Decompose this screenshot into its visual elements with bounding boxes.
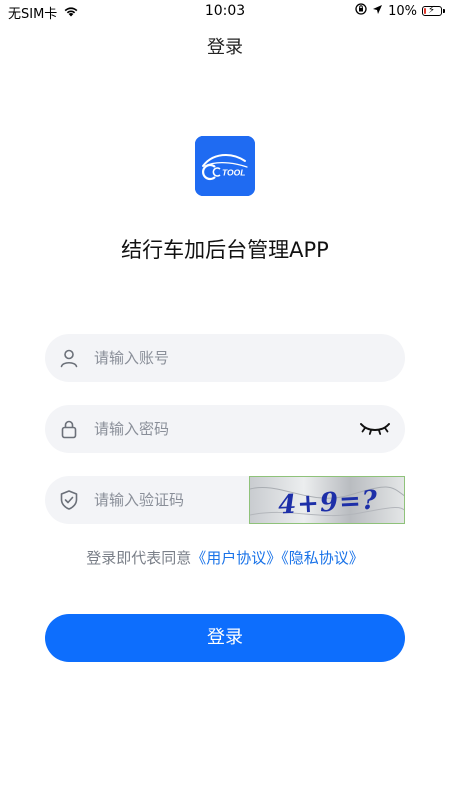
captcha-text: 4+9=? (277, 485, 378, 520)
account-field[interactable] (45, 334, 405, 382)
eye-closed-icon[interactable] (359, 419, 391, 439)
car-logo-icon: TOOL (195, 136, 255, 196)
battery-level (424, 8, 426, 14)
location-icon (372, 4, 383, 19)
logo-text: TOOL (222, 168, 245, 178)
status-bar: 无SIM卡 10:03 10% ⚡ (0, 0, 450, 22)
user-icon (58, 347, 80, 369)
page-title: 登录 (207, 37, 243, 58)
status-right: 10% ⚡ (355, 3, 445, 19)
privacy-agreement-link[interactable]: 《隐私协议》 (281, 549, 364, 567)
captcha-field[interactable]: 4+9=? (45, 476, 405, 524)
agreement-text: 登录即代表同意《用户协议》《隐私协议》 (0, 547, 450, 568)
login-button[interactable]: 登录 (45, 614, 405, 662)
battery-icon: ⚡ (422, 5, 445, 16)
captcha-image[interactable]: 4+9=? (249, 476, 405, 524)
battery-percent: 10% (388, 3, 417, 19)
orientation-lock-icon (355, 3, 367, 19)
login-screen: 无SIM卡 10:03 10% ⚡ 登录 TOOL 结行车加后台管理APP 请输… (0, 0, 450, 800)
agreement-prefix: 登录即代表同意 (86, 549, 192, 567)
app-logo: TOOL (195, 136, 255, 196)
app-name: 结行车加后台管理APP (121, 238, 329, 262)
password-field[interactable] (45, 405, 405, 453)
charging-icon: ⚡ (428, 5, 436, 16)
shield-check-icon (58, 489, 80, 511)
user-agreement-link[interactable]: 《用户协议》 (191, 549, 281, 567)
account-input[interactable] (94, 334, 334, 382)
lock-icon (58, 418, 80, 440)
password-input[interactable] (94, 405, 334, 453)
